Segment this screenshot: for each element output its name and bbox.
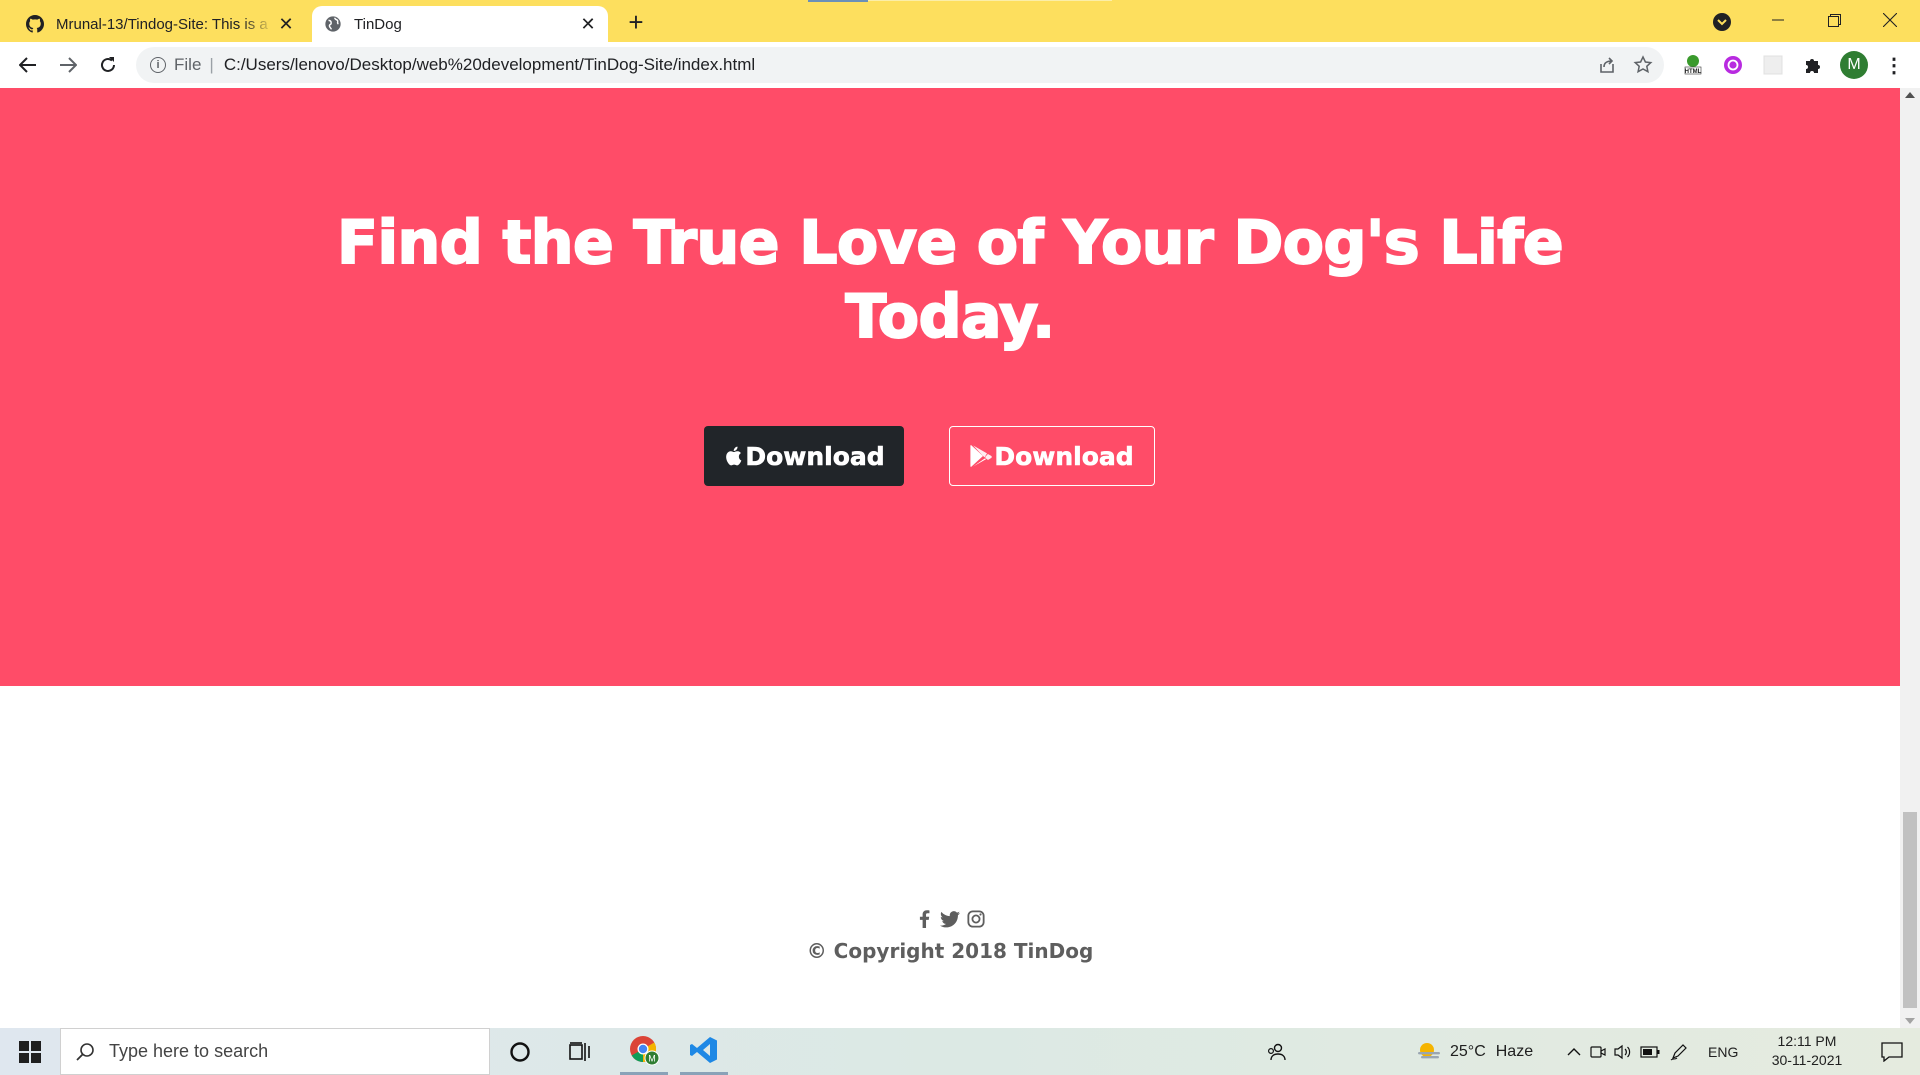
tab-title: TinDog [354,15,402,33]
chevron-up-icon[interactable] [1562,1047,1586,1057]
share-icon[interactable] [1592,50,1622,80]
pen-workspace-icon[interactable] [1664,1043,1694,1061]
address-bar[interactable]: i File | C:/Users/lenovo/Desktop/web%20d… [136,47,1664,83]
browser-toolbar: i File | C:/Users/lenovo/Desktop/web%20d… [0,42,1920,88]
scroll-down-arrow-icon[interactable] [1905,1018,1915,1024]
battery-icon[interactable] [1636,1045,1664,1058]
url-text[interactable]: C:/Users/lenovo/Desktop/web%20developmen… [224,55,1592,75]
taskbar-search-box[interactable]: Type here to search [60,1028,490,1075]
close-icon[interactable]: ✕ [576,12,600,36]
notifications-icon[interactable] [1864,1028,1920,1075]
tab-title: Mrunal-13/Tindog-Site: This is a [56,15,268,33]
more-menu-icon[interactable]: ⋮ [1880,51,1908,79]
weather-temperature: 25°C [1450,1042,1486,1060]
taskbar-clock[interactable]: 12:11 PM 30-11-2021 [1762,1032,1852,1070]
cortana-icon[interactable] [496,1028,544,1075]
google-play-icon [970,444,993,468]
facebook-icon[interactable] [913,908,935,930]
twitter-icon[interactable] [939,908,961,930]
page-footer: © Copyright 2018 TinDog [0,686,1900,1028]
github-icon [26,15,44,33]
cta-heading: Find the True Love of Your Dog's Life To… [336,207,1565,353]
scroll-up-arrow-icon[interactable] [1905,92,1915,98]
info-icon[interactable]: i [150,57,166,73]
svg-text:M: M [648,1054,656,1064]
svg-text:HTML: HTML [1685,69,1702,75]
clock-date: 30-11-2021 [1771,1052,1843,1068]
weather-widget[interactable]: 25°C Haze [1416,1028,1533,1075]
tab-strip-accent-light [868,0,1112,1]
html-extension-icon[interactable]: HTML [1682,54,1704,76]
profile-avatar[interactable]: M [1840,51,1868,79]
minimize-button[interactable] [1750,0,1806,40]
window-close-button[interactable] [1862,0,1918,40]
cta-section: Find the True Love of Your Dog's Life To… [0,88,1900,686]
restore-button[interactable] [1806,0,1862,40]
page-scrollbar[interactable] [1900,88,1920,1028]
task-view-icon[interactable] [556,1028,604,1075]
start-button[interactable] [0,1028,60,1075]
blank-extension-icon[interactable] [1762,54,1784,76]
forward-button[interactable] [52,49,84,81]
apple-icon [723,445,743,467]
tab-github[interactable]: Mrunal-13/Tindog-Site: This is a ✕ [14,6,306,42]
new-tab-button[interactable]: + [620,6,652,38]
meet-now-icon[interactable] [1586,1044,1610,1060]
close-icon[interactable]: ✕ [274,12,298,36]
weather-haze-icon [1416,1041,1442,1063]
globe-icon [324,15,342,33]
weather-condition: Haze [1495,1042,1534,1060]
taskbar-search-placeholder: Type here to search [109,1041,269,1061]
chrome-taskbar-icon[interactable]: M [620,1028,668,1075]
input-language[interactable]: ENG [1708,1044,1738,1060]
purple-extension-icon[interactable] [1722,54,1744,76]
browser-tab-strip: Mrunal-13/Tindog-Site: This is a ✕ TinDo… [0,0,1920,42]
tab-strip-accent [808,0,868,2]
bookmark-star-icon[interactable] [1628,50,1658,80]
puzzle-extensions-icon[interactable] [1802,54,1824,76]
reload-button[interactable] [92,49,124,81]
volume-icon[interactable] [1610,1044,1636,1060]
system-tray: ENG [1562,1028,1738,1075]
google-play-download-label: Download [994,441,1134,471]
scrollbar-thumb[interactable] [1903,812,1917,1008]
people-icon[interactable] [1252,1028,1300,1075]
apple-download-button[interactable]: Download [704,426,904,486]
social-links [0,908,1900,930]
vscode-taskbar-icon[interactable] [680,1028,728,1075]
scheme-separator: | [209,55,214,74]
google-play-download-button[interactable]: Download [949,426,1155,486]
instagram-icon[interactable] [965,908,987,930]
windows-taskbar: Type here to search M 25°C Haze ENG 12:1… [0,1028,1920,1075]
copyright-text: © Copyright 2018 TinDog [806,939,1094,963]
page-viewport: Find the True Love of Your Dog's Life To… [0,88,1920,1028]
apple-download-label: Download [745,441,885,471]
back-button[interactable] [12,49,44,81]
tab-search-button[interactable] [1710,10,1734,34]
search-icon [75,1042,95,1062]
scheme-label: File [174,55,202,74]
tab-tindog[interactable]: TinDog ✕ [312,6,608,42]
clock-time: 12:11 PM [1777,1033,1837,1049]
